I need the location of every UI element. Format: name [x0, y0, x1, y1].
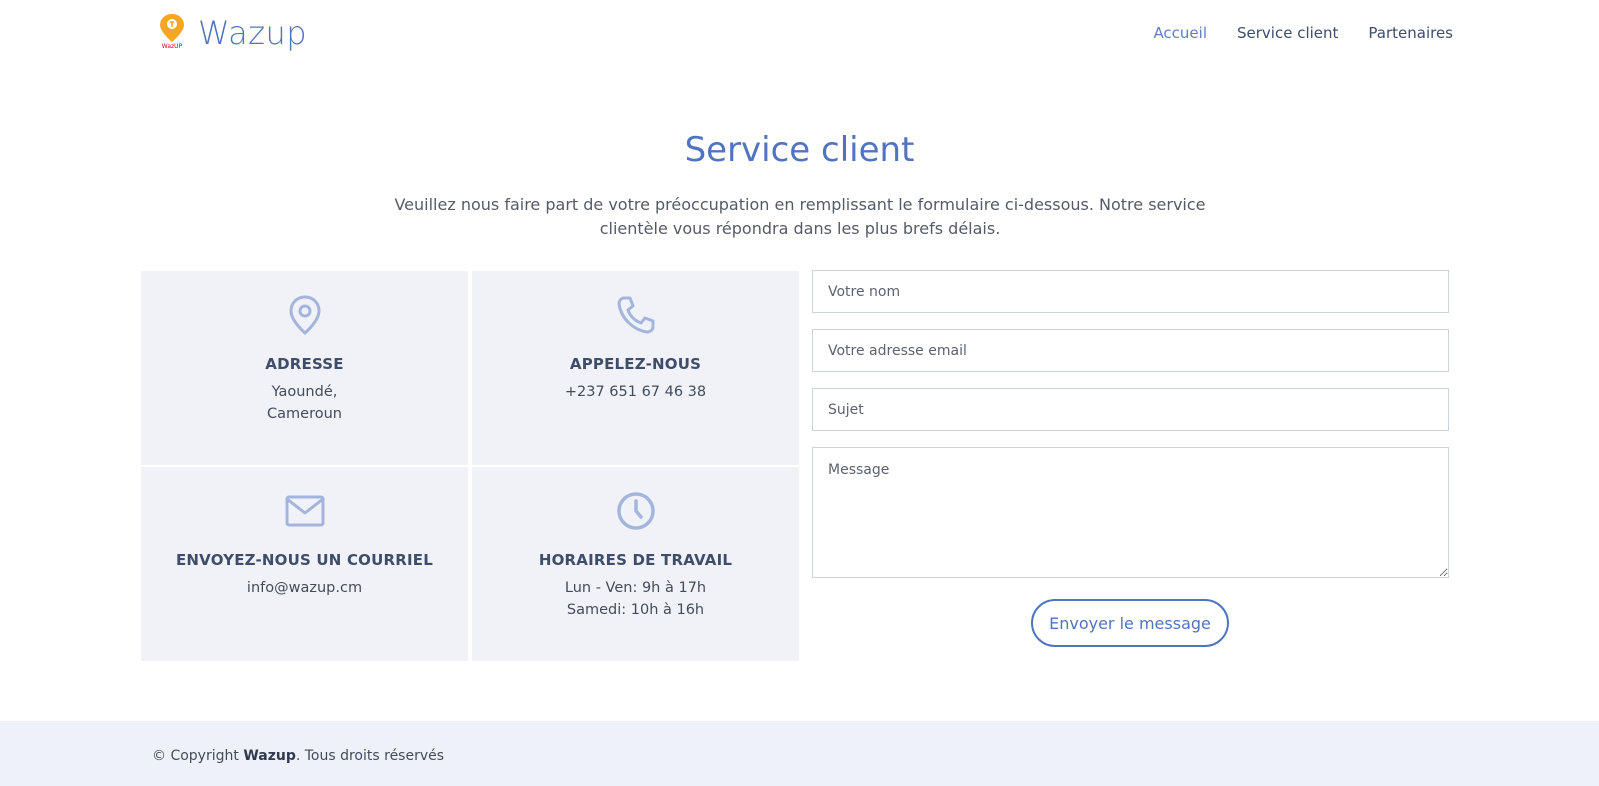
send-message-button[interactable]: Envoyer le message — [1031, 599, 1229, 647]
address-box: ADRESSE Yaoundé, Cameroun — [141, 271, 468, 465]
main-nav: Accueil Service client Partenaires — [1153, 24, 1453, 42]
copyright-prefix: © Copyright — [152, 748, 244, 764]
copyright: © Copyright Wazup. Tous droits réservés — [152, 748, 444, 764]
envelope-icon — [285, 495, 324, 527]
section-description: Veuillez nous faire part de votre préocc… — [394, 195, 1206, 238]
brand-name: Wazup — [198, 14, 308, 52]
contact-info-grid: ADRESSE Yaoundé, Cameroun APPELEZ-NOUS +… — [141, 271, 800, 661]
nav-link-accueil[interactable]: Accueil — [1153, 24, 1207, 42]
hours-title: HORAIRES DE TRAVAIL — [538, 551, 733, 569]
email-box: ENVOYEZ-NOUS UN COURRIEL info@wazup.cm — [141, 467, 468, 661]
nav-link-partenaires[interactable]: Partenaires — [1368, 24, 1453, 42]
brand-logo[interactable]: WazUP Wazup — [156, 12, 307, 54]
phone-box: APPELEZ-NOUS +237 651 67 46 38 — [472, 271, 799, 465]
address-line-2: Cameroun — [267, 406, 342, 422]
phone-title: APPELEZ-NOUS — [569, 355, 702, 373]
page-title: Service client — [684, 130, 915, 170]
map-pin-icon — [288, 295, 321, 335]
site-header: WazUP Wazup Accueil Service client Parte… — [0, 0, 1599, 70]
phone-icon — [617, 296, 654, 334]
subject-input[interactable] — [812, 388, 1449, 431]
hours-saturday: Samedi: 10h à 16h — [566, 602, 705, 618]
name-input[interactable] — [812, 270, 1449, 313]
email-input[interactable] — [812, 329, 1449, 372]
message-textarea[interactable] — [812, 447, 1449, 578]
hours-weekday: Lun - Ven: 9h à 17h — [564, 580, 707, 596]
phone-number[interactable]: +237 651 67 46 38 — [472, 384, 799, 400]
logo-icon: WazUP — [156, 12, 188, 54]
copyright-brand: Wazup — [243, 748, 296, 764]
address-title: ADRESSE — [265, 355, 344, 373]
address-line-1: Yaoundé, — [271, 384, 338, 400]
hours-box: HORAIRES DE TRAVAIL Lun - Ven: 9h à 17h … — [472, 467, 799, 661]
logo-wordmark: WazUP — [162, 43, 183, 50]
clock-icon — [616, 492, 655, 530]
copyright-suffix: . Tous droits réservés — [295, 748, 445, 764]
site-footer: © Copyright Wazup. Tous droits réservés — [0, 721, 1599, 786]
nav-link-service-client[interactable]: Service client — [1237, 24, 1338, 42]
email-title: ENVOYEZ-NOUS UN COURRIEL — [175, 551, 433, 569]
email-address[interactable]: info@wazup.cm — [141, 580, 468, 596]
